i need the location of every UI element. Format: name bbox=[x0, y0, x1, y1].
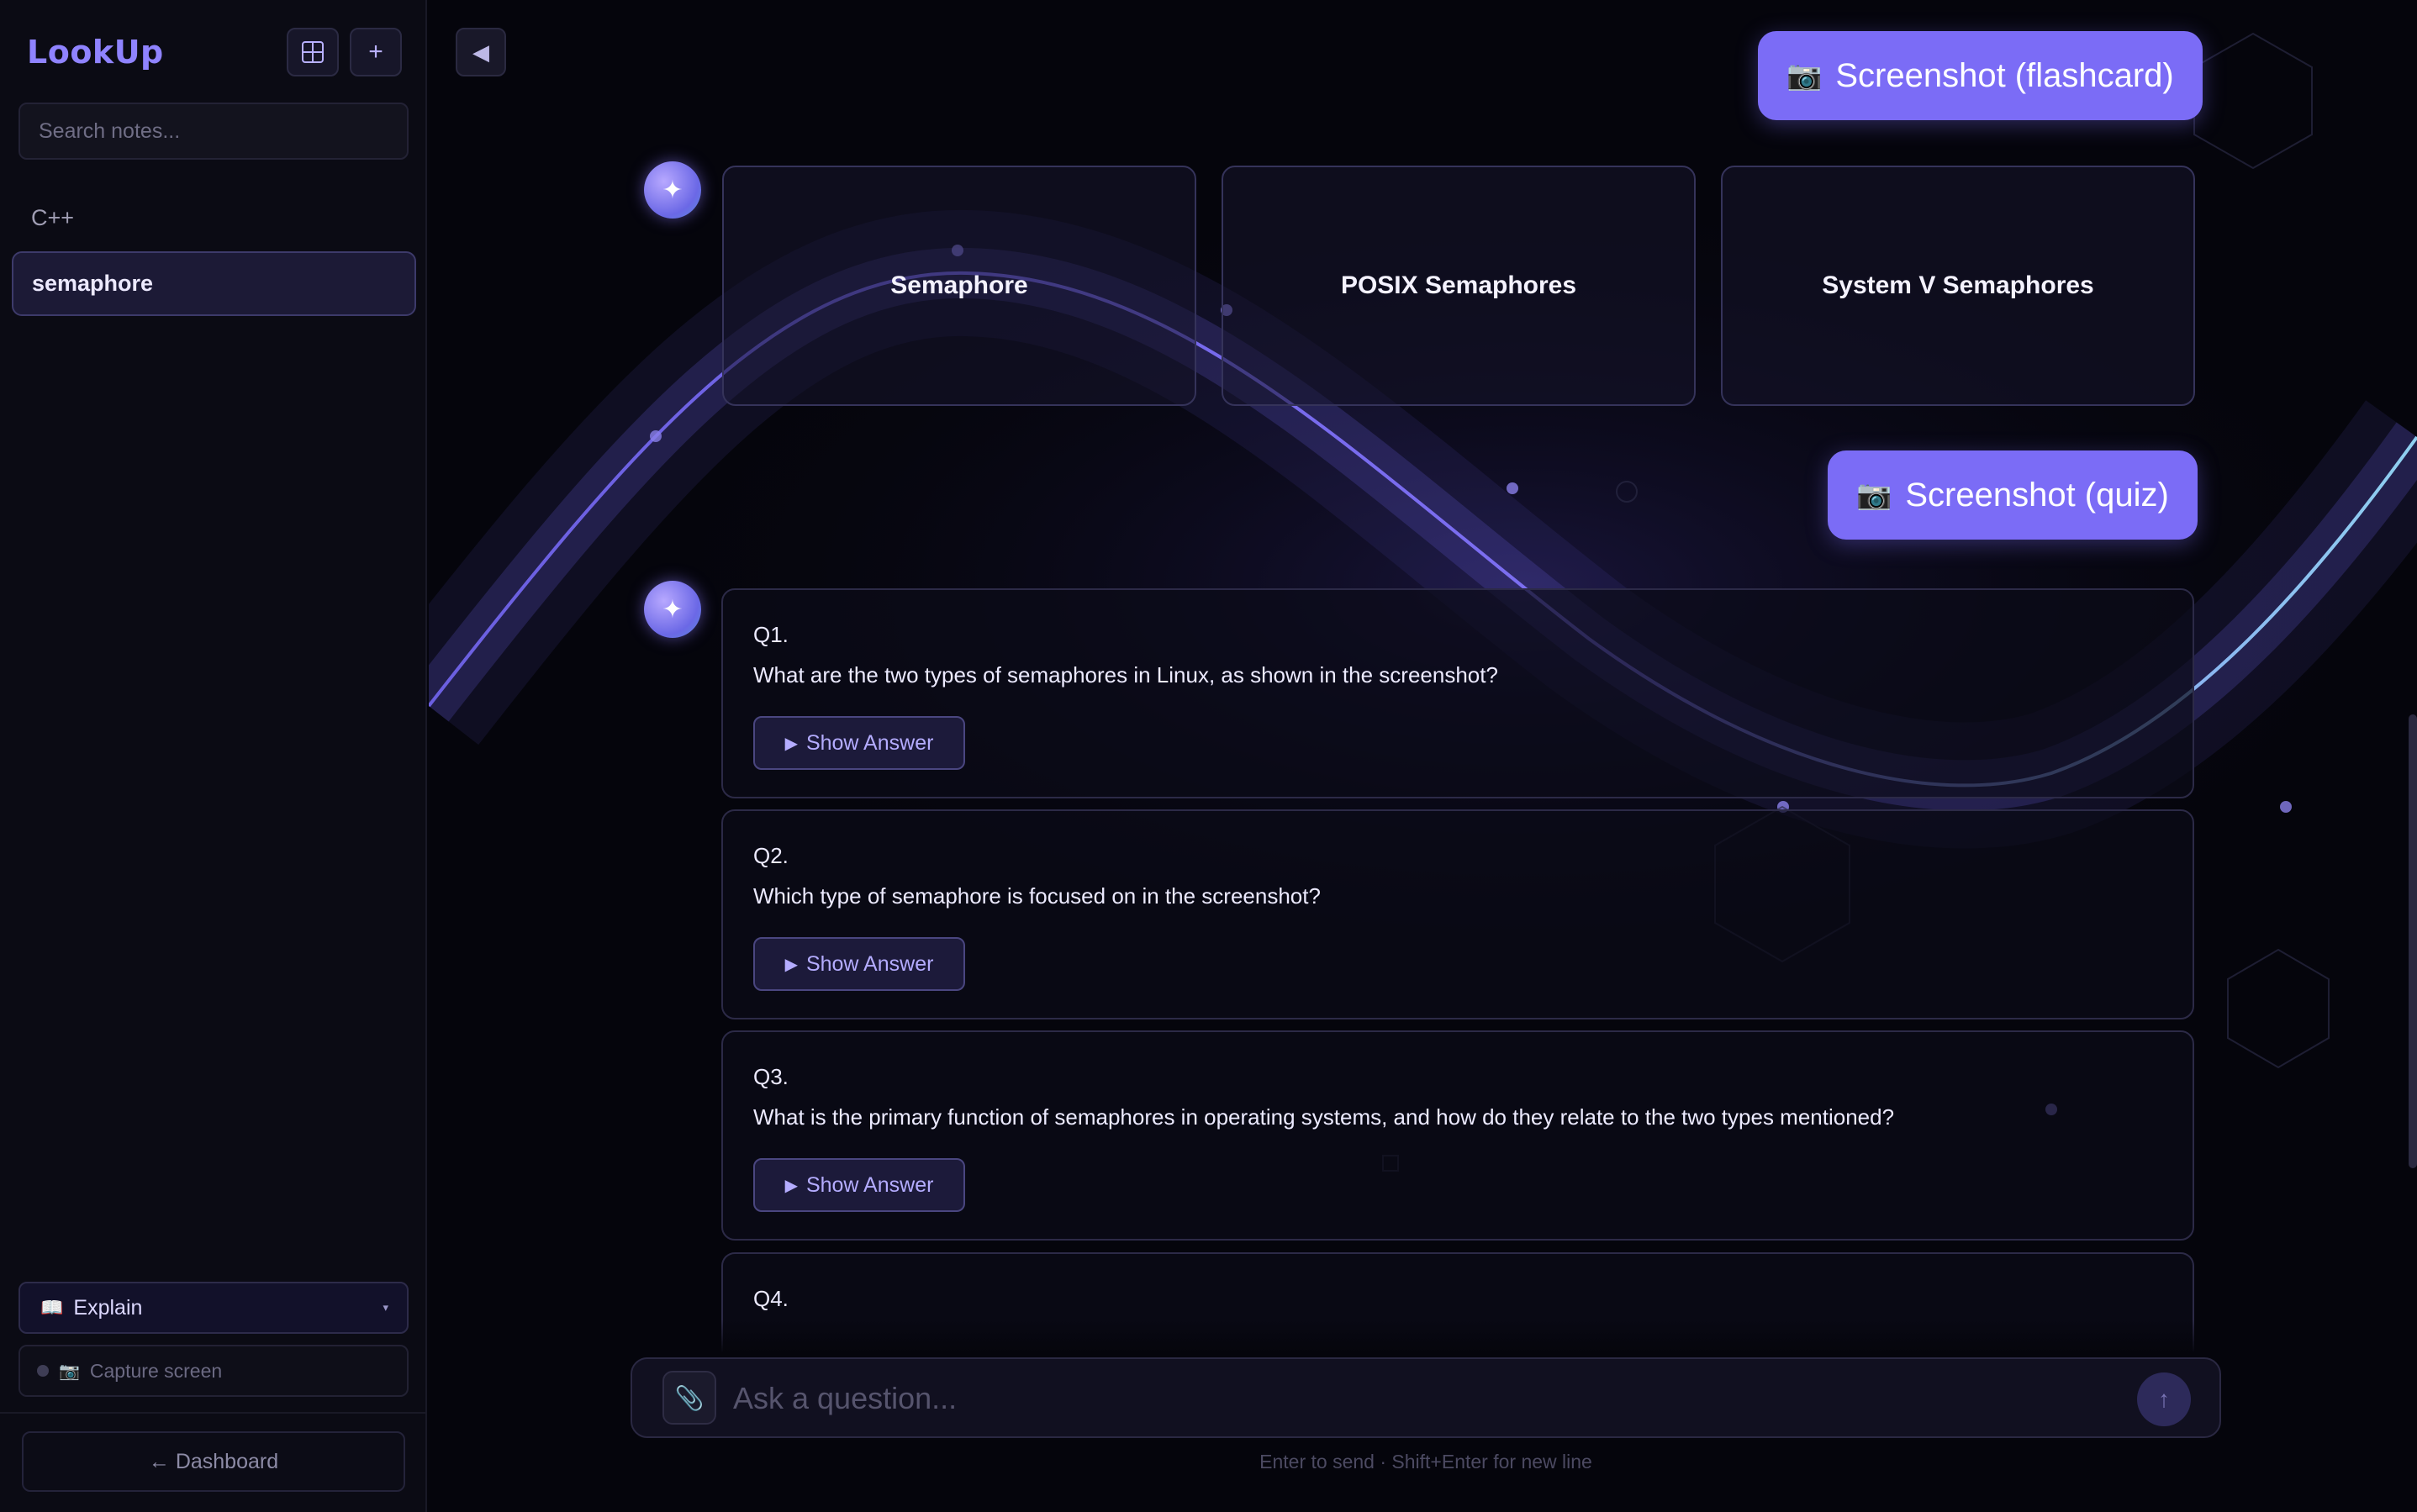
camera-icon: 📷 bbox=[1786, 60, 1823, 92]
quiz-card: Q2. Which type of semaphore is focused o… bbox=[721, 809, 2194, 1019]
grid-icon bbox=[302, 41, 324, 63]
scrollbar[interactable] bbox=[2409, 714, 2417, 1168]
capture-screen-toggle[interactable]: 📷 Capture screen bbox=[18, 1345, 409, 1397]
camera-icon: 📷 bbox=[59, 1362, 80, 1381]
sidebar-note-semaphore[interactable]: semaphore bbox=[12, 251, 416, 316]
app-root: LookUp + C++ semaphore 📖 Explain ▾ 📷 Cap… bbox=[0, 0, 2417, 1512]
paperclip-icon: 📎 bbox=[674, 1384, 705, 1411]
show-answer-button[interactable]: ▶ Show Answer bbox=[753, 937, 965, 991]
user-message-text: Screenshot (flashcard) bbox=[1835, 56, 2174, 94]
play-icon: ▶ bbox=[784, 1176, 798, 1195]
chat-area: ◀ 📷 Screenshot (flashcard) ✦ Semaphore P… bbox=[429, 0, 2417, 1512]
assistant-avatar: ✦ bbox=[644, 581, 701, 638]
new-note-button[interactable]: + bbox=[350, 28, 402, 76]
search-notes-input[interactable] bbox=[18, 103, 409, 160]
show-answer-label: Show Answer bbox=[805, 1172, 934, 1197]
collapse-icon: ◀ bbox=[472, 39, 489, 65]
play-icon: ▶ bbox=[784, 955, 798, 974]
question-text: What are the two types of semaphores in … bbox=[753, 662, 1498, 688]
camera-icon: 📷 bbox=[1856, 479, 1892, 511]
attach-button[interactable]: 📎 bbox=[662, 1371, 716, 1425]
flashcard[interactable]: POSIX Semaphores bbox=[1222, 166, 1696, 406]
collapse-sidebar-button[interactable]: ◀ bbox=[456, 28, 506, 76]
composer: 📎 ↑ bbox=[631, 1357, 2221, 1438]
sidebar-divider bbox=[0, 1412, 427, 1414]
grid-view-button[interactable] bbox=[287, 28, 339, 76]
mode-select[interactable]: 📖 Explain ▾ bbox=[18, 1282, 409, 1334]
question-number: Q3. bbox=[753, 1064, 789, 1089]
question-number: Q1. bbox=[753, 622, 789, 647]
question-text: Which type of semaphore is focused on in… bbox=[753, 883, 1321, 909]
question-number: Q4. bbox=[753, 1286, 789, 1311]
arrow-up-icon: ↑ bbox=[2158, 1386, 2170, 1412]
status-dot bbox=[37, 1365, 49, 1377]
question-text: What is the primary function of semaphor… bbox=[753, 1104, 1895, 1130]
quiz-card: Q3. What is the primary function of sema… bbox=[721, 1030, 2194, 1241]
dashboard-button[interactable]: ← Dashboard bbox=[22, 1431, 405, 1492]
user-message-quiz: 📷 Screenshot (quiz) bbox=[1828, 450, 2198, 540]
book-icon: 📖 bbox=[40, 1297, 64, 1318]
app-logo: LookUp bbox=[27, 34, 164, 71]
quiz-card: Q1. What are the two types of semaphores… bbox=[721, 588, 2194, 798]
question-input[interactable] bbox=[733, 1374, 2078, 1423]
show-answer-label: Show Answer bbox=[805, 730, 934, 755]
play-icon: ▶ bbox=[784, 734, 798, 753]
sparkle-icon: ✦ bbox=[662, 595, 683, 624]
show-answer-button[interactable]: ▶ Show Answer bbox=[753, 1158, 965, 1212]
sidebar: LookUp + C++ semaphore 📖 Explain ▾ 📷 Cap… bbox=[0, 0, 427, 1512]
composer-hint: Enter to send · Shift+Enter for new line bbox=[1259, 1451, 1592, 1472]
send-button[interactable]: ↑ bbox=[2137, 1372, 2191, 1426]
mode-select-label: Explain bbox=[73, 1295, 143, 1320]
flashcard[interactable]: Semaphore bbox=[722, 166, 1196, 406]
assistant-avatar: ✦ bbox=[644, 161, 701, 219]
sparkle-icon: ✦ bbox=[662, 176, 683, 204]
show-answer-button[interactable]: ▶ Show Answer bbox=[753, 716, 965, 770]
flashcard[interactable]: System V Semaphores bbox=[1721, 166, 2195, 406]
capture-screen-label: Capture screen bbox=[89, 1359, 223, 1382]
folder-cpp[interactable]: C++ bbox=[31, 205, 74, 231]
user-message-text: Screenshot (quiz) bbox=[1905, 476, 2169, 514]
chevron-down-icon: ▾ bbox=[383, 1301, 388, 1314]
scroll-fade bbox=[715, 1320, 2203, 1353]
show-answer-label: Show Answer bbox=[805, 951, 934, 976]
question-number: Q2. bbox=[753, 843, 789, 868]
plus-icon: + bbox=[368, 38, 383, 66]
user-message-flashcard: 📷 Screenshot (flashcard) bbox=[1758, 31, 2203, 120]
